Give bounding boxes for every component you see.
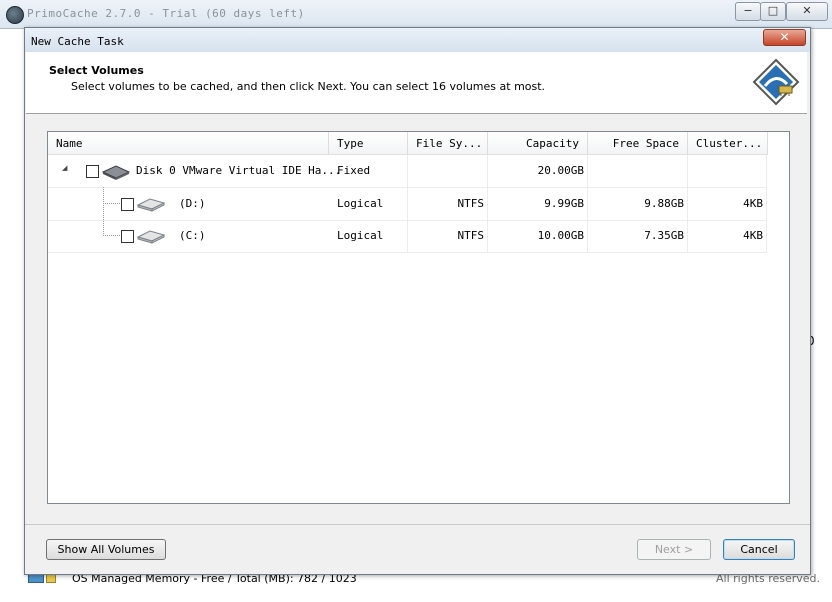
show-all-volumes-button[interactable]: Show All Volumes: [46, 539, 166, 560]
column-header-cluster[interactable]: Cluster...: [688, 132, 768, 155]
volume-cluster: [688, 155, 767, 187]
volume-free-space: 9.88GB: [588, 188, 688, 220]
app-titlebar: PrimoCache 2.7.0 - Trial (60 days left) …: [0, 0, 832, 29]
volume-list[interactable]: Name Type File Sy... Capacity Free Space…: [47, 131, 790, 504]
header-title: Select Volumes: [49, 64, 144, 77]
hard-disk-icon: [101, 165, 131, 180]
volume-capacity: 20.00GB: [488, 155, 588, 187]
volume-capacity: 9.99GB: [488, 188, 588, 220]
maximize-button[interactable]: □: [760, 2, 786, 21]
volume-type: Fixed: [329, 155, 408, 187]
volume-name: (D:): [179, 197, 206, 210]
volume-filesystem: [408, 155, 488, 187]
table-row[interactable]: ◢ Disk 0 VMware Virtual IDE Ha... Fixed …: [48, 155, 767, 187]
app-title: PrimoCache 2.7.0 - Trial (60 days left): [27, 7, 305, 20]
volume-filesystem: NTFS: [408, 220, 488, 252]
column-header-free-space[interactable]: Free Space: [588, 132, 688, 155]
volume-checkbox[interactable]: [121, 230, 134, 243]
volume-name: Disk 0 VMware Virtual IDE Ha...: [136, 164, 342, 177]
volume-cluster: 4KB: [688, 220, 767, 252]
app-close-button[interactable]: ✕: [786, 2, 828, 21]
volume-checkbox[interactable]: [121, 198, 134, 211]
header-subtitle: Select volumes to be cached, and then cl…: [71, 80, 546, 93]
disk-checkbox[interactable]: [86, 165, 99, 178]
column-header-name[interactable]: Name: [48, 132, 329, 155]
table-row[interactable]: (C:) Logical NTFS 10.00GB 7.35GB 4KB: [48, 220, 767, 252]
primocache-app-icon: [6, 6, 24, 24]
volume-filesystem: NTFS: [408, 188, 488, 220]
drive-icon: [136, 198, 166, 212]
footer-divider: [25, 524, 810, 525]
expand-arrow-icon[interactable]: ◢: [62, 164, 67, 172]
volume-name: (C:): [179, 229, 206, 242]
volume-cluster: 4KB: [688, 188, 767, 220]
cancel-button[interactable]: Cancel: [723, 539, 795, 560]
new-cache-task-dialog: New Cache Task ✕ Select Volumes Select v…: [24, 27, 811, 575]
column-header-capacity[interactable]: Capacity: [488, 132, 588, 155]
volume-free-space: [588, 155, 688, 187]
wizard-disk-icon: [752, 58, 800, 106]
minimize-button[interactable]: −: [735, 2, 761, 21]
volume-type: Logical: [329, 220, 408, 252]
next-button[interactable]: Next >: [637, 539, 711, 560]
dialog-title: New Cache Task: [31, 35, 124, 48]
volume-free-space: 7.35GB: [588, 220, 688, 252]
volume-type: Logical: [329, 188, 408, 220]
drive-icon: [136, 230, 166, 244]
column-header-filesystem[interactable]: File Sy...: [408, 132, 488, 155]
dialog-titlebar: New Cache Task ✕: [25, 28, 810, 52]
dialog-close-button[interactable]: ✕: [763, 29, 806, 46]
table-row[interactable]: (D:) Logical NTFS 9.99GB 9.88GB 4KB: [48, 188, 767, 220]
column-header-type[interactable]: Type: [329, 132, 408, 155]
volume-capacity: 10.00GB: [488, 220, 588, 252]
wizard-header: Select Volumes Select volumes to be cach…: [26, 52, 807, 114]
row-divider: [48, 252, 767, 253]
